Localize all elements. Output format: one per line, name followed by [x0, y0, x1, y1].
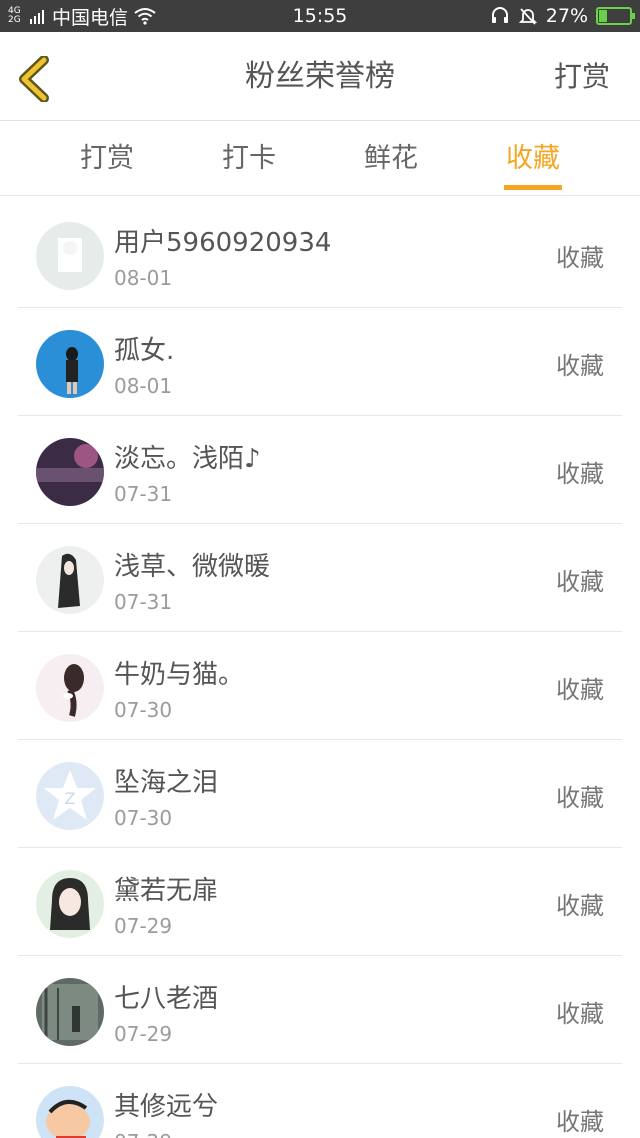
action-label: 收藏 [556, 1000, 604, 1028]
tab-reward[interactable]: 打赏 [36, 121, 178, 196]
battery-percent: 27% [545, 5, 588, 27]
user-name: 黛若无扉 [114, 876, 219, 906]
action-date: 07-30 [114, 806, 173, 830]
user-name: 牛奶与猫。 [114, 660, 245, 690]
action-label: 收藏 [556, 784, 604, 812]
list-item[interactable]: 淡忘。浅陌♪ 07-31 收藏 [18, 416, 622, 524]
action-label: 收藏 [556, 460, 604, 488]
default-avatar [36, 222, 104, 290]
tab-indicator [504, 185, 562, 190]
action-label: 收藏 [556, 244, 604, 272]
list-item[interactable]: 用户5960920934 08-01 收藏 [18, 200, 622, 308]
user-name: 坠海之泪 [114, 768, 219, 798]
list-item[interactable]: 浅草、微微暖 07-31 收藏 [18, 524, 622, 632]
user-name: 用户5960920934 [114, 228, 332, 258]
user-name: 七八老酒 [114, 984, 219, 1014]
photo-avatar [36, 546, 104, 614]
list-item[interactable]: 黛若无扉 07-29 收藏 [18, 848, 622, 956]
photo-avatar [36, 330, 104, 398]
action-date: 07-31 [114, 590, 173, 614]
action-date: 07-29 [114, 914, 173, 938]
action-date: 07-31 [114, 482, 173, 506]
photo-avatar [36, 870, 104, 938]
list-item[interactable]: 其修远兮 07-29 收藏 [18, 1064, 622, 1138]
header-bar: 粉丝荣誉榜 打赏 [0, 32, 640, 121]
list-item[interactable]: 孤女. 08-01 收藏 [18, 308, 622, 416]
action-date: 08-01 [114, 266, 173, 290]
cartoon-avatar [36, 1086, 104, 1138]
tab-label: 鲜花 [364, 143, 418, 174]
tab-label: 打卡 [222, 143, 276, 174]
action-date: 07-29 [114, 1022, 173, 1046]
action-label: 收藏 [556, 1108, 604, 1136]
qq-default-avatar: Z [36, 762, 104, 830]
tab-label: 打赏 [80, 143, 134, 174]
status-right: 27% [490, 0, 635, 32]
user-name: 孤女. [114, 336, 175, 366]
headset-icon [491, 7, 508, 23]
photo-avatar [36, 654, 104, 722]
tab-favorites[interactable]: 收藏 [462, 121, 604, 196]
action-date: 08-01 [114, 374, 173, 398]
reward-button[interactable]: 打赏 [554, 32, 610, 121]
tab-bar: 打赏 打卡 鲜花 收藏 [0, 121, 640, 196]
battery-fill [599, 10, 608, 22]
action-label: 收藏 [556, 568, 604, 596]
bell-muted-icon [518, 8, 537, 25]
action-label: 收藏 [556, 352, 604, 380]
battery-icon [596, 7, 635, 25]
photo-avatar [36, 438, 104, 506]
tab-label: 收藏 [506, 143, 560, 174]
fan-list: 用户5960920934 08-01 收藏 孤女. 08-01 收藏 淡忘。浅陌… [0, 197, 640, 1138]
list-item[interactable]: Z 坠海之泪 07-30 收藏 [18, 740, 622, 848]
page-title: 粉丝荣誉榜 [245, 59, 395, 94]
user-name: 其修远兮 [114, 1092, 219, 1122]
status-bar: 4G 2G 中国电信 15:55 27% [0, 0, 640, 32]
user-name: 浅草、微微暖 [114, 552, 271, 582]
user-name: 淡忘。浅陌♪ [114, 444, 261, 474]
tab-checkin[interactable]: 打卡 [178, 121, 320, 196]
svg-text:Z: Z [65, 789, 76, 808]
list-item[interactable]: 牛奶与猫。 07-30 收藏 [18, 632, 622, 740]
photo-avatar [36, 978, 104, 1046]
action-label: 收藏 [556, 676, 604, 704]
action-label: 收藏 [556, 892, 604, 920]
list-item[interactable]: 七八老酒 07-29 收藏 [18, 956, 622, 1064]
tab-flowers[interactable]: 鲜花 [320, 121, 462, 196]
action-date: 07-30 [114, 698, 173, 722]
action-date: 07-29 [114, 1130, 172, 1138]
